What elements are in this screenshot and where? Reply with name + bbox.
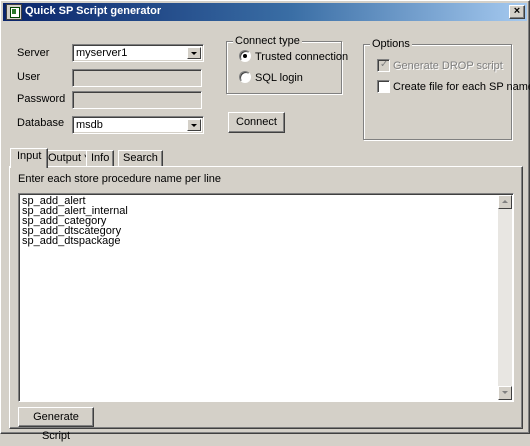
vertical-scrollbar[interactable] bbox=[498, 195, 512, 400]
tab-info[interactable]: Info bbox=[86, 150, 115, 167]
procedure-list-textarea[interactable]: sp_add_alert sp_add_alert_internal sp_add_… bbox=[18, 193, 514, 402]
database-combo[interactable]: msdb bbox=[72, 116, 204, 134]
connect-type-group: Connect type bbox=[226, 35, 342, 94]
server-label: Server bbox=[17, 47, 50, 59]
tab-search[interactable]: Search bbox=[118, 150, 163, 167]
create-file-label[interactable]: Create file for each SP name bbox=[393, 81, 530, 93]
server-value: myserver1 bbox=[76, 47, 128, 59]
trusted-connection-radio[interactable] bbox=[239, 50, 251, 62]
generate-script-button[interactable]: Generate Script bbox=[18, 407, 94, 442]
app-icon bbox=[6, 4, 22, 20]
close-icon: × bbox=[513, 5, 521, 17]
database-label: Database bbox=[17, 117, 65, 129]
create-file-checkbox[interactable] bbox=[377, 80, 390, 93]
procedure-line: sp_add_dtspackage bbox=[22, 235, 121, 247]
password-field[interactable] bbox=[72, 91, 202, 109]
main-window: Quick SP Script generator × Server myser… bbox=[0, 0, 530, 442]
connect-button[interactable]: Connect bbox=[228, 112, 285, 133]
chevron-down-icon[interactable] bbox=[187, 119, 201, 131]
scroll-up-icon[interactable] bbox=[498, 195, 512, 209]
trusted-connection-label[interactable]: Trusted connection bbox=[255, 51, 348, 63]
server-combo[interactable]: myserver1 bbox=[72, 44, 204, 62]
title-bar[interactable]: Quick SP Script generator × bbox=[3, 3, 527, 21]
password-label: Password bbox=[17, 93, 66, 105]
close-button[interactable]: × bbox=[509, 5, 525, 19]
sql-login-radio[interactable] bbox=[239, 71, 251, 83]
instruction-text: Enter each store procedure name per line bbox=[18, 173, 222, 185]
generate-drop-label: Generate DROP script bbox=[393, 60, 503, 72]
scroll-down-icon[interactable] bbox=[498, 386, 512, 400]
user-label: User bbox=[17, 71, 41, 83]
user-field[interactable] bbox=[72, 69, 202, 87]
connect-type-title: Connect type bbox=[233, 35, 302, 47]
chevron-down-icon[interactable] bbox=[187, 47, 201, 59]
procedure-lines: sp_add_alert sp_add_alert_internal sp_add_… bbox=[22, 196, 128, 247]
checkmark-icon: ✓ bbox=[380, 59, 389, 70]
tab-input[interactable]: Input bbox=[10, 148, 49, 168]
window-title: Quick SP Script generator bbox=[25, 5, 162, 17]
database-value: msdb bbox=[76, 119, 103, 131]
sql-login-label[interactable]: SQL login bbox=[255, 72, 303, 84]
generate-drop-checkbox[interactable]: ✓ bbox=[377, 59, 390, 72]
options-title: Options bbox=[370, 38, 412, 50]
